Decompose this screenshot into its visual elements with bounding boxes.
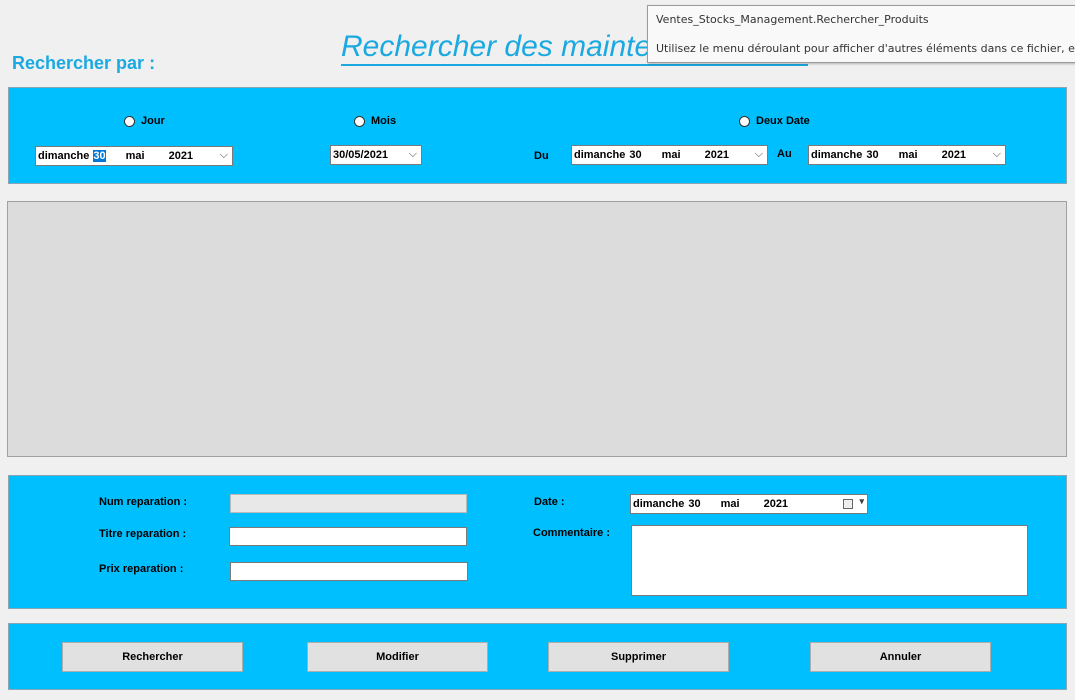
year-field[interactable]: 2021: [705, 149, 729, 161]
au-date-picker[interactable]: dimanche 30 mai 2021 ⌵: [808, 145, 1006, 165]
prix-reparation-field[interactable]: [230, 562, 468, 581]
tooltip-class-name: Ventes_Stocks_Management.Rechercher_Prod…: [656, 13, 929, 26]
day-name: dimanche: [811, 149, 863, 161]
year-field[interactable]: 2021: [169, 150, 193, 162]
day-name: dimanche: [38, 150, 90, 162]
calendar-icon[interactable]: [843, 499, 853, 509]
prix-reparation-label: Prix reparation :: [99, 563, 184, 575]
du-date-picker[interactable]: dimanche 30 mai 2021 ⌵: [571, 145, 768, 165]
modifier-button[interactable]: Modifier: [307, 642, 488, 672]
radio-mois[interactable]: Mois: [354, 115, 396, 127]
search-by-label: Rechercher par :: [12, 53, 156, 73]
year-field[interactable]: 2021: [942, 149, 966, 161]
radio-button-icon[interactable]: [354, 115, 365, 127]
day-field[interactable]: 30: [688, 498, 700, 510]
num-reparation-label: Num reparation :: [99, 496, 188, 508]
chevron-down-icon[interactable]: ⌵: [409, 148, 417, 161]
au-label: Au: [777, 148, 792, 160]
filter-panel: Jour Mois Deux Date dimanche 30 mai 2021…: [8, 87, 1067, 184]
mois-date-picker[interactable]: 30/05/2021 ⌵: [330, 145, 422, 165]
annuler-button[interactable]: Annuler: [810, 642, 991, 672]
radio-button-icon[interactable]: [739, 115, 750, 127]
month-field[interactable]: mai: [126, 150, 145, 162]
results-grid[interactable]: [7, 201, 1067, 457]
date-label: Date :: [534, 496, 565, 508]
day-field[interactable]: 30: [93, 150, 106, 162]
month-field[interactable]: mai: [662, 149, 681, 161]
tooltip: Ventes_Stocks_Management.Rechercher_Prod…: [647, 5, 1075, 63]
actions-panel: Rechercher Modifier Supprimer Annuler: [8, 623, 1067, 690]
year-field[interactable]: 2021: [764, 498, 788, 510]
jour-date-picker[interactable]: dimanche 30 mai 2021 ⌵: [35, 146, 233, 166]
chevron-down-icon[interactable]: ⌵: [220, 149, 228, 162]
num-reparation-field[interactable]: [230, 494, 467, 513]
titre-reparation-field[interactable]: [229, 527, 467, 546]
radio-deux-dates[interactable]: Deux Date: [739, 115, 810, 127]
month-value[interactable]: 30/05/2021: [333, 149, 388, 161]
day-name: dimanche: [633, 498, 685, 510]
du-label: Du: [534, 150, 549, 162]
radio-jour-label: Jour: [141, 115, 165, 127]
radio-mois-label: Mois: [371, 115, 397, 127]
radio-button-icon[interactable]: [124, 115, 135, 127]
tooltip-hint: Utilisez le menu déroulant pour afficher…: [656, 42, 1075, 55]
dropdown-arrow-icon[interactable]: ▾: [859, 496, 864, 507]
month-field[interactable]: mai: [721, 498, 740, 510]
commentaire-label: Commentaire :: [533, 527, 611, 539]
chevron-down-icon[interactable]: ⌵: [993, 148, 1001, 161]
date-picker[interactable]: dimanche 30 mai 2021 ▾: [630, 494, 868, 514]
day-field[interactable]: 30: [629, 149, 641, 161]
commentaire-textarea[interactable]: [631, 525, 1028, 596]
titre-reparation-label: Titre reparation :: [99, 528, 187, 540]
chevron-down-icon[interactable]: ⌵: [755, 148, 763, 161]
day-name: dimanche: [574, 149, 626, 161]
supprimer-button[interactable]: Supprimer: [548, 642, 729, 672]
day-field[interactable]: 30: [866, 149, 878, 161]
month-field[interactable]: mai: [899, 149, 918, 161]
rechercher-button[interactable]: Rechercher: [62, 642, 243, 672]
radio-jour[interactable]: Jour: [124, 115, 165, 127]
radio-deux-dates-label: Deux Date: [756, 115, 810, 127]
details-panel: Num reparation : Titre reparation : Prix…: [8, 475, 1067, 609]
